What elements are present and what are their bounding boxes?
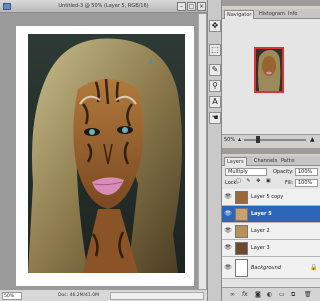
blend-mode-select[interactable]: Multiply (225, 168, 267, 176)
navigator-footer: 50% ▴ ▲ (222, 134, 320, 144)
tab-channels[interactable]: Channels (252, 157, 279, 166)
layer-thumbnail (235, 225, 248, 238)
navigator-tabs: Navigator Histogram Info (222, 9, 320, 19)
eye-icon[interactable]: 👁 (224, 244, 232, 252)
adjustment-icon[interactable]: ◐ (267, 291, 272, 298)
trash-icon[interactable]: 🗑 (304, 291, 312, 298)
document-titlebar[interactable]: Untitled-3 @ 50% (Layer 5, RGB/16) – □ × (0, 0, 207, 13)
layer-name: Layer 2 (251, 228, 270, 234)
eye-icon[interactable]: 👁 (224, 210, 232, 218)
zoom-slider-handle[interactable] (256, 136, 260, 143)
eye-icon[interactable]: 👁 (224, 227, 232, 235)
layer-thumbnail (235, 242, 248, 255)
tab-info[interactable]: Info (286, 10, 299, 19)
layer-thumbnail (235, 208, 248, 221)
panel-grip[interactable] (222, 0, 320, 6)
layer-name: Layer 5 copy (251, 194, 284, 200)
move-icon[interactable]: ✥ (209, 20, 221, 32)
doc-size-info[interactable]: Doc: 46.2M/41.0M (58, 293, 99, 298)
hand-icon[interactable]: ☚ (209, 112, 221, 124)
lock-icon: 🔒 (310, 264, 318, 271)
link-icon[interactable]: ∞ (230, 291, 235, 298)
layers-footer: ∞ fx ◙ ◐ ▭ ⧉ 🗑 (222, 287, 320, 301)
zoom-field[interactable]: 50% (2, 292, 22, 300)
zoom-in-icon[interactable]: ▲ (310, 136, 315, 143)
panel-dock: Navigator Histogram Info 50% ▴ ▲ Layers … (222, 0, 320, 301)
lock-icons[interactable]: □ ✎ ✥ ▣ (236, 178, 273, 184)
fill-field[interactable]: 100% (295, 179, 318, 187)
tab-histogram[interactable]: Histogram (257, 10, 287, 19)
artwork-image[interactable] (28, 34, 185, 273)
eye-icon[interactable]: 👁 (224, 193, 232, 201)
layer-thumbnail (235, 259, 248, 277)
tool-strip: ✥ ⬚ ✎ ⚲ A ☚ (207, 0, 222, 301)
layer-name: Layer 3 (251, 245, 270, 251)
vertical-scrollbar[interactable] (198, 14, 206, 289)
layer-row[interactable]: 👁 Layer 3 (222, 240, 320, 257)
minimize-button[interactable]: – (177, 2, 186, 11)
zoom-slider[interactable] (244, 136, 306, 143)
layer-row[interactable]: 👁 Layer 2 (222, 223, 320, 240)
brush-icon[interactable]: ✎ (209, 64, 221, 76)
layer-name: Background (251, 265, 281, 271)
layer-row-background[interactable]: 👁 Background 🔒 (222, 257, 320, 279)
layer-row[interactable]: 👁 Layer 5 copy (222, 189, 320, 206)
opacity-label: Opacity: (273, 169, 294, 175)
stamp-icon[interactable]: ⚲ (209, 80, 221, 92)
zoom-out-icon[interactable]: ▴ (238, 136, 241, 143)
document-title: Untitled-3 @ 50% (Layer 5, RGB/16) (58, 3, 149, 9)
navigator-thumbnail[interactable] (254, 47, 284, 93)
layer-thumbnail (235, 191, 248, 204)
panel-grip-2[interactable] (222, 148, 320, 154)
new-layer-icon[interactable]: ⧉ (291, 291, 295, 299)
document-window: Untitled-3 @ 50% (Layer 5, RGB/16) – □ × (0, 0, 207, 301)
close-button[interactable]: × (197, 2, 206, 11)
document-statusbar: 50% Doc: 46.2M/41.0M (0, 289, 207, 301)
layer-row-selected[interactable]: 👁 Layer 5 (222, 206, 320, 223)
navigator-zoom[interactable]: 50% (224, 137, 235, 143)
maximize-button[interactable]: □ (187, 2, 196, 11)
tab-navigator[interactable]: Navigator (224, 10, 255, 19)
layers-tabs: Layers Channels Paths (222, 156, 320, 166)
eye-icon[interactable]: 👁 (224, 264, 232, 272)
opacity-field[interactable]: 100% (295, 168, 318, 176)
horizontal-scrollbar[interactable] (110, 292, 204, 300)
marquee-icon[interactable]: ⬚ (209, 44, 221, 56)
folder-icon[interactable]: ▭ (279, 291, 285, 298)
fx-icon[interactable]: fx (242, 291, 248, 298)
text-icon[interactable]: A (209, 96, 221, 108)
navigator-panel (222, 19, 320, 134)
mask-icon[interactable]: ◙ (255, 291, 261, 298)
tab-paths[interactable]: Paths (279, 157, 297, 166)
tab-layers[interactable]: Layers (224, 157, 247, 166)
fill-label: Fill: (285, 180, 294, 186)
layer-name: Layer 5 (251, 211, 272, 217)
